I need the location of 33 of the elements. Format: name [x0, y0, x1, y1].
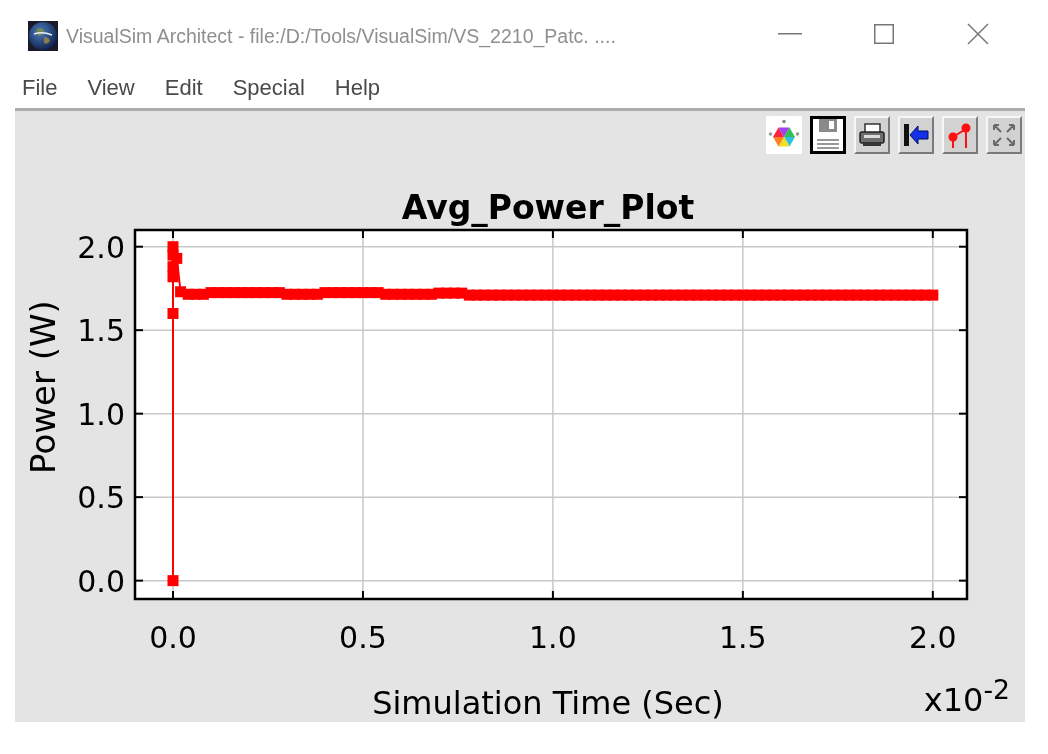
menu-item[interactable]: File: [22, 75, 58, 101]
chart-title: Avg_Power_Plot: [401, 188, 695, 227]
menu-item[interactable]: Edit: [164, 75, 203, 101]
palette-button[interactable]: [766, 116, 802, 154]
axis-tick-label: 0.0: [149, 620, 197, 655]
close-icon: [967, 23, 989, 45]
window-title: VisualSim Architect - file:/D:/Tools/VisualSim/VS_2210_Patc. ....: [66, 24, 616, 48]
menu-item[interactable]: View: [87, 75, 135, 101]
toolbar-button[interactable]: [898, 116, 934, 154]
axis-label: Simulation Time (Sec): [372, 684, 724, 721]
arrow-to-bar-icon: [903, 123, 929, 147]
globe-icon: [28, 21, 58, 51]
axis-tick-label: 0.5: [339, 620, 387, 655]
axis-tick-label: 2.0: [908, 620, 957, 655]
save-button[interactable]: [810, 116, 846, 154]
connected-dots-icon: [947, 122, 973, 148]
expand-button[interactable]: [986, 116, 1022, 154]
axis-multiplier: x10$^{-2}$: [923, 675, 1010, 718]
maximize-icon: [874, 24, 894, 44]
print-button[interactable]: [854, 116, 890, 154]
axis-tick-label: 1.0: [77, 396, 125, 432]
axis-tick-label: 0.5: [77, 480, 125, 516]
axis-tick-label: 1.0: [529, 620, 577, 655]
axis-tick-label: 0.0: [77, 563, 125, 599]
axis-label: Power (W): [23, 300, 63, 474]
menu-item[interactable]: Special: [232, 75, 305, 101]
axis-tick-label: 2.0: [77, 229, 125, 265]
expand-icon: [992, 123, 1016, 147]
minimize-icon: [778, 33, 802, 35]
printer-icon: [859, 123, 885, 147]
axis-tick-label: 1.5: [77, 313, 125, 349]
axis-tick-label: 1.5: [719, 620, 767, 655]
menu-item[interactable]: Help: [334, 75, 381, 101]
